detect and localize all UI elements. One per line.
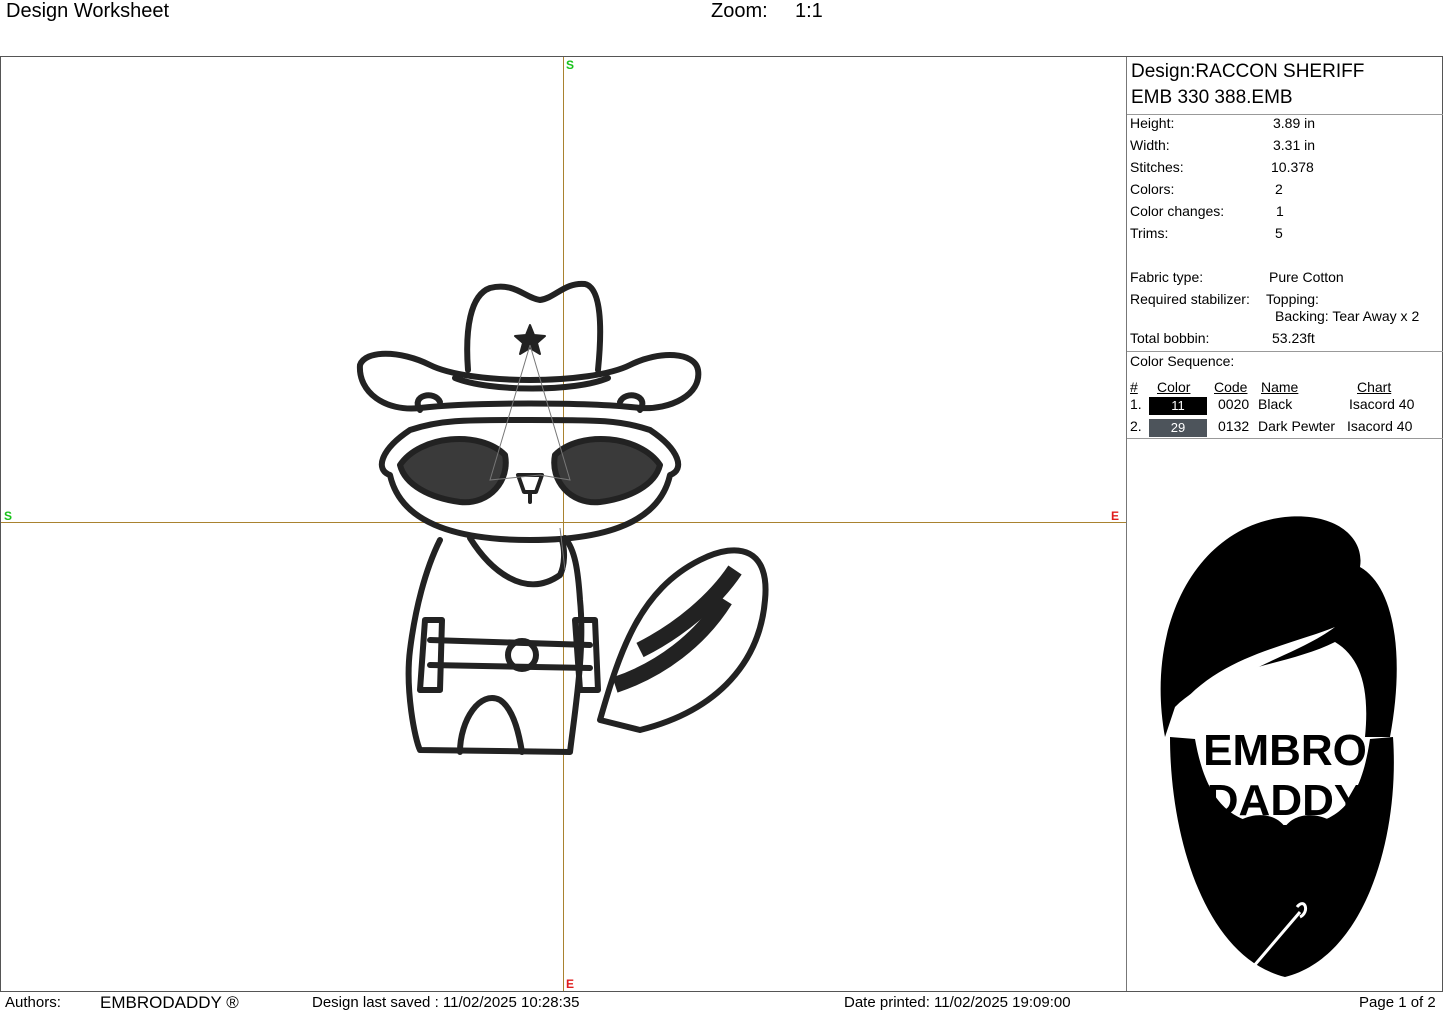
spec-label: Color changes: <box>1130 203 1225 219</box>
zoom-value: 1:1 <box>795 0 823 22</box>
seq-row-num: 2. <box>1130 418 1142 434</box>
color-sequence-title: Color Sequence: <box>1130 353 1235 369</box>
bobbin-label: Total bobbin: <box>1130 330 1210 346</box>
nose <box>516 473 544 504</box>
logo-text-line1: EMBRO <box>1203 726 1367 775</box>
spec-label: Trims: <box>1130 225 1169 241</box>
spec-label: Width: <box>1130 137 1170 153</box>
hat-star <box>514 324 546 355</box>
fabric-value: Pure Cotton <box>1269 269 1344 285</box>
axis-start-left: S <box>4 509 13 523</box>
spec-label: Stitches: <box>1130 159 1184 175</box>
raccoon-sheriff-design <box>356 280 769 755</box>
worksheet-title: Design Worksheet <box>6 0 170 22</box>
right-holster <box>572 617 601 693</box>
fabric-label: Fabric type: <box>1130 269 1204 285</box>
seq-header-chart: Chart <box>1357 379 1392 395</box>
right-eye-mask <box>551 436 663 506</box>
hat-brim <box>356 350 702 412</box>
seq-row-chart: Isacord 40 <box>1347 418 1413 434</box>
axis-start-top: S <box>566 58 575 72</box>
backing-value: Backing: Tear Away x 2 <box>1275 308 1420 324</box>
design-name: Design:RACCON SHERIFF <box>1131 61 1365 82</box>
seq-header-color: Color <box>1157 379 1191 395</box>
page-number: Page 1 of 2 <box>1359 994 1436 1011</box>
left-eye-mask <box>397 436 509 506</box>
design-file: EMB 330 388.EMB <box>1131 87 1293 108</box>
spec-value: 1 <box>1276 203 1284 219</box>
left-holster <box>417 617 445 693</box>
color-swatch: 29 <box>1149 419 1207 437</box>
seq-header-num: # <box>1130 379 1138 395</box>
spec-label: Colors: <box>1130 181 1175 197</box>
panel-separator <box>1127 351 1443 352</box>
seq-row-name: Dark Pewter <box>1258 418 1336 434</box>
seq-row-chart: Isacord 40 <box>1349 396 1415 412</box>
bobbin-value: 53.23ft <box>1272 330 1315 346</box>
tail-stripe-1 <box>612 595 732 693</box>
axis-end-bottom: E <box>566 977 575 991</box>
spec-value: 10.378 <box>1271 159 1314 175</box>
seq-row-code: 0020 <box>1218 396 1250 412</box>
axis-end-right: E <box>1111 509 1120 523</box>
logo-text-line2: DADDY <box>1207 776 1363 825</box>
seq-header-name: Name <box>1261 379 1299 395</box>
info-panel: Design:RACCON SHERIFF EMB 330 388.EMB He… <box>1127 57 1443 991</box>
panel-separator <box>1127 438 1443 439</box>
bandana <box>467 535 568 588</box>
spec-label: Height: <box>1130 115 1175 131</box>
seq-row-code: 0132 <box>1218 418 1250 434</box>
spec-value: 2 <box>1275 181 1283 197</box>
spec-value: 3.89 in <box>1273 115 1316 131</box>
design-title-block: Design:RACCON SHERIFF EMB 330 388.EMB <box>1131 59 1364 111</box>
embrodaddy-logo: EMBRO DADDY <box>1160 516 1397 977</box>
topping-value: Topping: <box>1266 291 1319 307</box>
date-printed: Date printed: 11/02/2025 19:09:00 <box>844 994 1071 1011</box>
seq-header-code: Code <box>1214 379 1248 395</box>
seq-row-num: 1. <box>1130 396 1142 412</box>
zoom-label: Zoom: <box>711 0 768 22</box>
stabilizer-label: Required stabilizer: <box>1130 291 1250 307</box>
seq-row-name: Black <box>1258 396 1293 412</box>
spec-value: 3.31 in <box>1273 137 1316 153</box>
last-saved: Design last saved : 11/02/2025 10:28:35 <box>312 994 580 1011</box>
authors-value: EMBRODADDY ® <box>100 993 239 1012</box>
spec-value: 5 <box>1275 225 1283 241</box>
authors-label: Authors: <box>5 994 61 1011</box>
legs <box>457 695 525 755</box>
color-swatch: 11 <box>1149 397 1207 415</box>
